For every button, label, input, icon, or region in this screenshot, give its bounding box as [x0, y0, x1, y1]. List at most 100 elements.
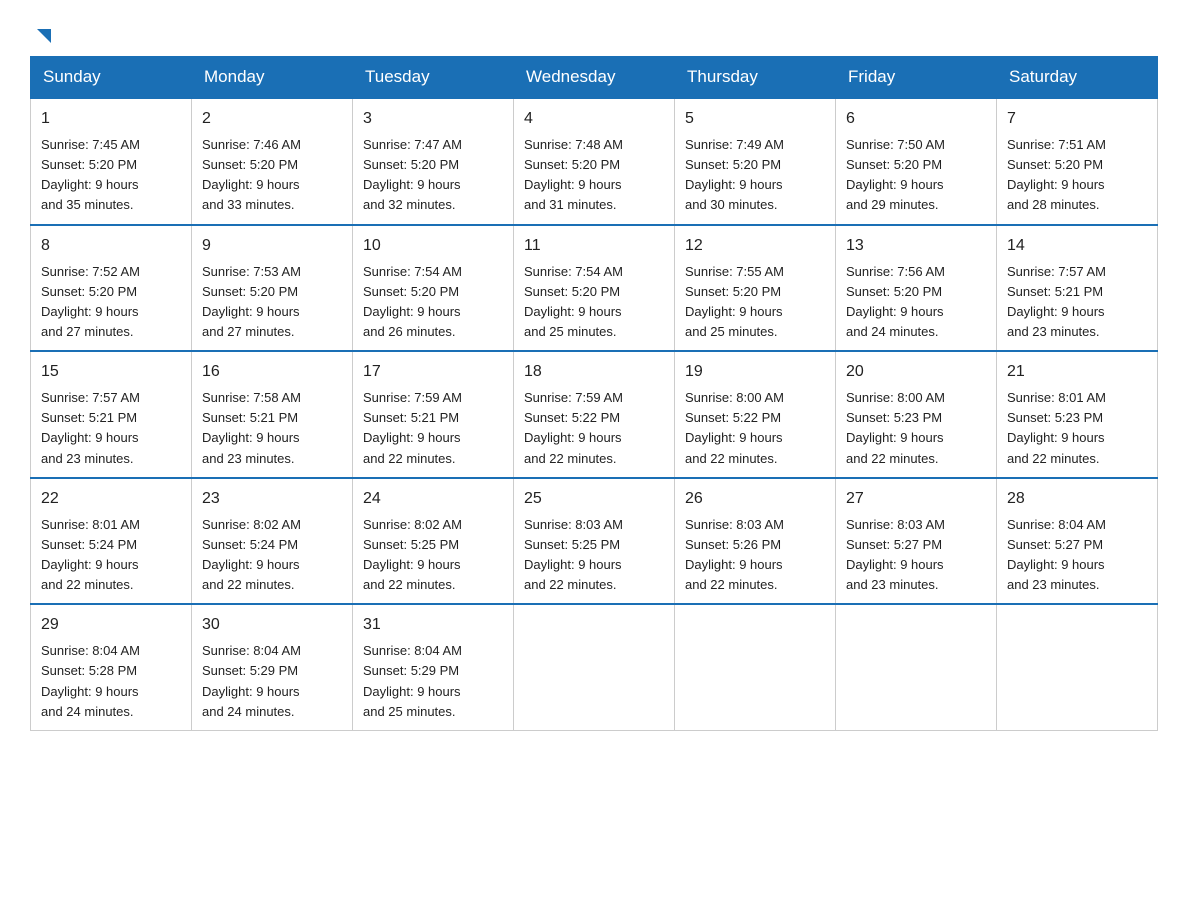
calendar-cell: 23Sunrise: 8:02 AMSunset: 5:24 PMDayligh…: [192, 478, 353, 605]
calendar-cell: 10Sunrise: 7:54 AMSunset: 5:20 PMDayligh…: [353, 225, 514, 352]
calendar-cell: 13Sunrise: 7:56 AMSunset: 5:20 PMDayligh…: [836, 225, 997, 352]
calendar-cell: 20 Sunrise: 8:00 AMSunset: 5:23 PMDayligh…: [836, 351, 997, 478]
calendar-cell: 15 Sunrise: 7:57 AMSunset: 5:21 PMDayligh…: [31, 351, 192, 478]
day-info: Sunrise: 7:48 AMSunset: 5:20 PMDaylight:…: [524, 135, 664, 216]
day-header-friday: Friday: [836, 57, 997, 99]
calendar-cell: 9 Sunrise: 7:53 AMSunset: 5:20 PMDaylight…: [192, 225, 353, 352]
day-info: Sunrise: 7:53 AMSunset: 5:20 PMDaylight:…: [202, 262, 342, 343]
day-number: 19: [685, 360, 825, 384]
day-header-saturday: Saturday: [997, 57, 1158, 99]
day-header-wednesday: Wednesday: [514, 57, 675, 99]
day-number: 28: [1007, 487, 1147, 511]
logo-triangle-icon: [33, 25, 55, 47]
header-row: SundayMondayTuesdayWednesdayThursdayFrid…: [31, 57, 1158, 99]
calendar-cell: 16Sunrise: 7:58 AMSunset: 5:21 PMDayligh…: [192, 351, 353, 478]
calendar-cell: 3Sunrise: 7:47 AMSunset: 5:20 PMDaylight…: [353, 98, 514, 225]
day-number: 6: [846, 107, 986, 131]
day-header-monday: Monday: [192, 57, 353, 99]
day-info: Sunrise: 7:51 AMSunset: 5:20 PMDaylight:…: [1007, 135, 1147, 216]
calendar-cell: 21 Sunrise: 8:01 AMSunset: 5:23 PMDayligh…: [997, 351, 1158, 478]
day-number: 9: [202, 234, 342, 258]
calendar-cell: 28 Sunrise: 8:04 AMSunset: 5:27 PMDayligh…: [997, 478, 1158, 605]
calendar-cell: [675, 604, 836, 730]
day-number: 21: [1007, 360, 1147, 384]
day-info: Sunrise: 8:04 AMSunset: 5:27 PMDaylight:…: [1007, 515, 1147, 596]
calendar-cell: 26Sunrise: 8:03 AMSunset: 5:26 PMDayligh…: [675, 478, 836, 605]
day-info: Sunrise: 7:54 AMSunset: 5:20 PMDaylight:…: [363, 262, 503, 343]
calendar-cell: 6 Sunrise: 7:50 AMSunset: 5:20 PMDaylight…: [836, 98, 997, 225]
calendar-cell: 12 Sunrise: 7:55 AMSunset: 5:20 PMDayligh…: [675, 225, 836, 352]
day-number: 7: [1007, 107, 1147, 131]
calendar-cell: 11 Sunrise: 7:54 AMSunset: 5:20 PMDayligh…: [514, 225, 675, 352]
day-info: Sunrise: 8:03 AMSunset: 5:25 PMDaylight:…: [524, 515, 664, 596]
calendar-cell: 1 Sunrise: 7:45 AMSunset: 5:20 PMDaylight…: [31, 98, 192, 225]
day-number: 14: [1007, 234, 1147, 258]
day-number: 4: [524, 107, 664, 131]
day-number: 18: [524, 360, 664, 384]
day-number: 22: [41, 487, 181, 511]
calendar-cell: 27Sunrise: 8:03 AMSunset: 5:27 PMDayligh…: [836, 478, 997, 605]
day-number: 20: [846, 360, 986, 384]
day-number: 29: [41, 613, 181, 637]
calendar-cell: 4 Sunrise: 7:48 AMSunset: 5:20 PMDaylight…: [514, 98, 675, 225]
calendar-cell: 29 Sunrise: 8:04 AMSunset: 5:28 PMDayligh…: [31, 604, 192, 730]
calendar-cell: [514, 604, 675, 730]
calendar-cell: 31 Sunrise: 8:04 AMSunset: 5:29 PMDayligh…: [353, 604, 514, 730]
week-row-1: 1 Sunrise: 7:45 AMSunset: 5:20 PMDaylight…: [31, 98, 1158, 225]
calendar-cell: 30 Sunrise: 8:04 AMSunset: 5:29 PMDayligh…: [192, 604, 353, 730]
day-number: 1: [41, 107, 181, 131]
day-info: Sunrise: 7:50 AMSunset: 5:20 PMDaylight:…: [846, 135, 986, 216]
day-number: 17: [363, 360, 503, 384]
day-info: Sunrise: 8:02 AMSunset: 5:24 PMDaylight:…: [202, 515, 342, 596]
day-info: Sunrise: 8:04 AMSunset: 5:29 PMDaylight:…: [363, 641, 503, 722]
day-info: Sunrise: 7:58 AMSunset: 5:21 PMDaylight:…: [202, 388, 342, 469]
day-info: Sunrise: 7:59 AMSunset: 5:22 PMDaylight:…: [524, 388, 664, 469]
day-info: Sunrise: 8:00 AMSunset: 5:23 PMDaylight:…: [846, 388, 986, 469]
week-row-5: 29 Sunrise: 8:04 AMSunset: 5:28 PMDayligh…: [31, 604, 1158, 730]
calendar-cell: 22 Sunrise: 8:01 AMSunset: 5:24 PMDayligh…: [31, 478, 192, 605]
calendar-cell: 25 Sunrise: 8:03 AMSunset: 5:25 PMDayligh…: [514, 478, 675, 605]
day-info: Sunrise: 7:47 AMSunset: 5:20 PMDaylight:…: [363, 135, 503, 216]
calendar-cell: 2Sunrise: 7:46 AMSunset: 5:20 PMDaylight…: [192, 98, 353, 225]
day-info: Sunrise: 7:46 AMSunset: 5:20 PMDaylight:…: [202, 135, 342, 216]
day-info: Sunrise: 7:49 AMSunset: 5:20 PMDaylight:…: [685, 135, 825, 216]
day-info: Sunrise: 7:45 AMSunset: 5:20 PMDaylight:…: [41, 135, 181, 216]
day-info: Sunrise: 8:04 AMSunset: 5:28 PMDaylight:…: [41, 641, 181, 722]
day-number: 15: [41, 360, 181, 384]
day-header-thursday: Thursday: [675, 57, 836, 99]
day-number: 31: [363, 613, 503, 637]
calendar-table: SundayMondayTuesdayWednesdayThursdayFrid…: [30, 56, 1158, 731]
day-number: 11: [524, 234, 664, 258]
day-header-tuesday: Tuesday: [353, 57, 514, 99]
day-number: 5: [685, 107, 825, 131]
day-info: Sunrise: 8:04 AMSunset: 5:29 PMDaylight:…: [202, 641, 342, 722]
day-info: Sunrise: 7:54 AMSunset: 5:20 PMDaylight:…: [524, 262, 664, 343]
calendar-cell: [836, 604, 997, 730]
calendar-cell: 18 Sunrise: 7:59 AMSunset: 5:22 PMDayligh…: [514, 351, 675, 478]
day-info: Sunrise: 8:03 AMSunset: 5:26 PMDaylight:…: [685, 515, 825, 596]
day-header-sunday: Sunday: [31, 57, 192, 99]
day-info: Sunrise: 7:57 AMSunset: 5:21 PMDaylight:…: [1007, 262, 1147, 343]
logo: [30, 25, 55, 46]
calendar-cell: 24Sunrise: 8:02 AMSunset: 5:25 PMDayligh…: [353, 478, 514, 605]
day-number: 13: [846, 234, 986, 258]
calendar-cell: 7 Sunrise: 7:51 AMSunset: 5:20 PMDaylight…: [997, 98, 1158, 225]
day-info: Sunrise: 8:01 AMSunset: 5:24 PMDaylight:…: [41, 515, 181, 596]
day-info: Sunrise: 7:57 AMSunset: 5:21 PMDaylight:…: [41, 388, 181, 469]
week-row-2: 8 Sunrise: 7:52 AMSunset: 5:20 PMDaylight…: [31, 225, 1158, 352]
day-number: 8: [41, 234, 181, 258]
page-header: [30, 20, 1158, 46]
day-info: Sunrise: 7:55 AMSunset: 5:20 PMDaylight:…: [685, 262, 825, 343]
calendar-cell: 19 Sunrise: 8:00 AMSunset: 5:22 PMDayligh…: [675, 351, 836, 478]
week-row-3: 15 Sunrise: 7:57 AMSunset: 5:21 PMDayligh…: [31, 351, 1158, 478]
day-number: 30: [202, 613, 342, 637]
day-number: 25: [524, 487, 664, 511]
day-info: Sunrise: 7:59 AMSunset: 5:21 PMDaylight:…: [363, 388, 503, 469]
calendar-cell: 8 Sunrise: 7:52 AMSunset: 5:20 PMDaylight…: [31, 225, 192, 352]
calendar-cell: 17 Sunrise: 7:59 AMSunset: 5:21 PMDayligh…: [353, 351, 514, 478]
day-info: Sunrise: 8:00 AMSunset: 5:22 PMDaylight:…: [685, 388, 825, 469]
day-number: 12: [685, 234, 825, 258]
day-info: Sunrise: 8:01 AMSunset: 5:23 PMDaylight:…: [1007, 388, 1147, 469]
day-info: Sunrise: 7:52 AMSunset: 5:20 PMDaylight:…: [41, 262, 181, 343]
day-number: 27: [846, 487, 986, 511]
